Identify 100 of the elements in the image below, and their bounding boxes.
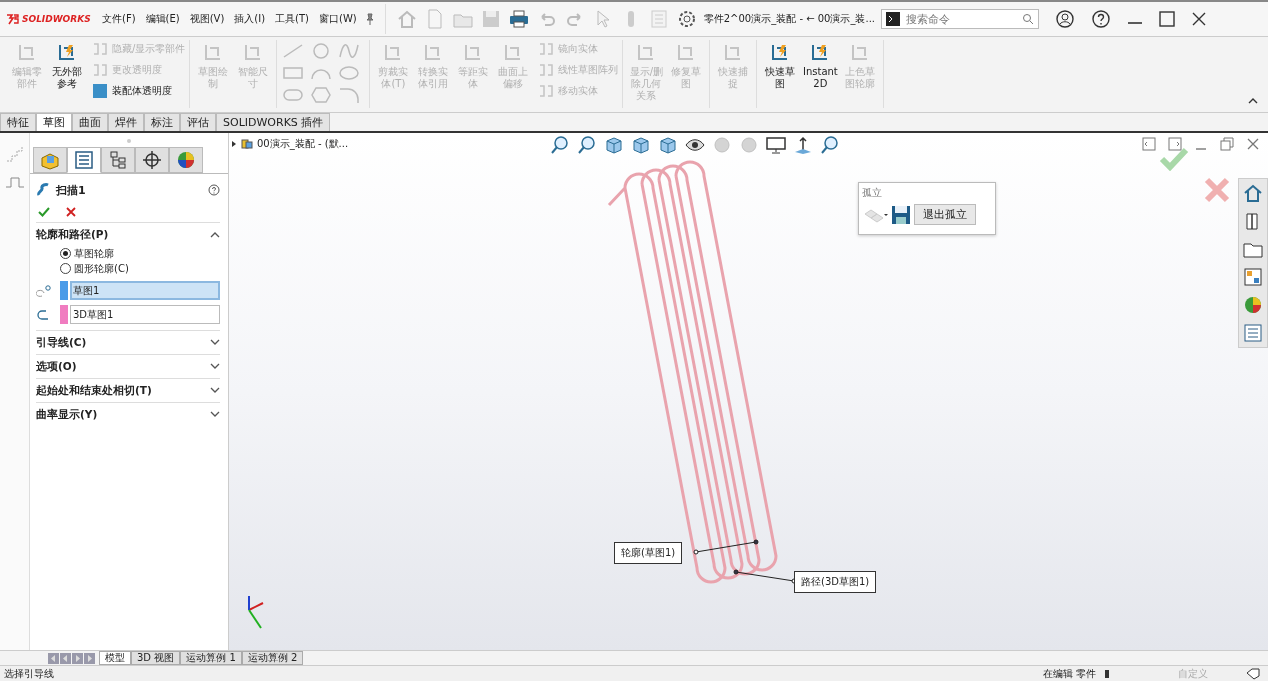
exit-isolate-button[interactable]: 退出孤立 — [914, 204, 976, 225]
radio-button[interactable] — [60, 248, 71, 259]
close-icon[interactable] — [1191, 11, 1207, 27]
tree-item[interactable]: 00演示_装配 - (默... — [231, 137, 349, 151]
radio-button[interactable] — [60, 263, 71, 274]
command-icon — [538, 83, 555, 99]
pin-icon[interactable] — [364, 13, 375, 25]
ok-icon[interactable] — [38, 207, 50, 217]
cancel-x-icon[interactable] — [1204, 177, 1230, 203]
bottom-tab[interactable]: 3D 视图 — [131, 651, 181, 665]
split-right-icon[interactable] — [1168, 137, 1182, 151]
ellipse-tool-icon[interactable] — [337, 64, 362, 82]
section-header[interactable]: 引导线(C) — [36, 331, 220, 354]
cube-view-icon[interactable] — [630, 135, 652, 155]
menu-item[interactable]: 插入(I) — [232, 12, 268, 26]
panel-title: 扫描1 — [56, 182, 86, 198]
chevron-down-icon — [210, 411, 220, 418]
cube-view-icon[interactable] — [657, 135, 679, 155]
search-field[interactable]: 搜索命令 — [904, 11, 1018, 27]
callout-label: 路径(3D草图1) — [794, 571, 877, 593]
menu-item[interactable]: 工具(T) — [273, 12, 312, 26]
leader-line — [733, 569, 797, 584]
chevron-down-icon — [210, 339, 220, 346]
help-icon[interactable] — [1091, 9, 1111, 29]
ribbon-button[interactable]: 装配体透明度 — [92, 82, 186, 100]
slot-tool-icon[interactable] — [281, 86, 306, 104]
ribbon-button[interactable]: 无外部参考 — [48, 40, 86, 92]
logo-icon — [6, 13, 20, 25]
user-icon[interactable] — [1055, 9, 1075, 29]
command-tab[interactable]: 特征 — [0, 113, 36, 131]
profile-icon — [36, 283, 52, 298]
status-message: 选择引导线 — [4, 666, 54, 681]
sphere-view-icon[interactable] — [711, 135, 733, 155]
zoom-view-icon[interactable] — [549, 135, 571, 155]
menu-item[interactable]: 视图(V) — [187, 12, 227, 26]
command-tab[interactable]: SOLIDWORKS 插件 — [216, 113, 331, 131]
split-left-icon[interactable] — [1142, 137, 1156, 151]
restore-icon[interactable] — [1220, 137, 1234, 151]
selection-field[interactable]: 草图1 — [70, 281, 220, 300]
panel-tab[interactable] — [169, 147, 203, 173]
color-ball-icon[interactable] — [1242, 294, 1264, 316]
palette-icon[interactable] — [1242, 266, 1264, 288]
zoom-view-icon[interactable] — [819, 135, 841, 155]
bottom-tab[interactable]: 运动算例 2 — [241, 651, 304, 665]
panel-tab[interactable] — [101, 147, 135, 173]
command-tab[interactable]: 曲面 — [72, 113, 108, 131]
properties-list-icon[interactable] — [1242, 322, 1264, 344]
bottom-tab[interactable]: 运动算例 1 — [180, 651, 242, 665]
tree-item-label: 00演示_装配 - (默... — [257, 137, 349, 151]
tag-icon[interactable] — [1246, 667, 1260, 680]
command-icon — [92, 83, 108, 99]
search-box[interactable]: 搜索命令 — [881, 9, 1039, 29]
sweep-icon — [36, 183, 50, 197]
menu-item[interactable]: 编辑(E) — [143, 12, 182, 26]
save-icon[interactable] — [891, 204, 911, 225]
expand-arrow-icon — [231, 140, 237, 148]
cube-view-icon[interactable] — [603, 135, 625, 155]
maximize-icon[interactable] — [1159, 11, 1175, 27]
selection-field[interactable]: 3D草图1 — [70, 305, 220, 324]
sphere-view-icon[interactable] — [738, 135, 760, 155]
document-title: 零件2^00演示_装配 - ← 00演示_装... — [703, 12, 875, 26]
menu-item[interactable]: 文件(F) — [100, 12, 138, 26]
assembly-icon — [241, 138, 253, 150]
status-mode: 在编辑 零件 — [1042, 666, 1096, 681]
cancel-icon[interactable] — [66, 207, 76, 217]
ribbon-button[interactable]: Instant2D — [801, 40, 840, 92]
section-header[interactable]: 起始处和结束处相切(T) — [36, 379, 220, 402]
command-tab[interactable]: 焊件 — [108, 113, 144, 131]
ribbon-button[interactable]: 快速草图 — [761, 40, 800, 92]
step-signal-icon[interactable] — [5, 175, 24, 189]
crosshair-icon — [142, 150, 162, 170]
command-tab[interactable]: 标注 — [144, 113, 180, 131]
axis-triad-icon — [248, 595, 264, 629]
zoom-view-icon[interactable] — [576, 135, 598, 155]
confirm-check-icon[interactable] — [1159, 147, 1189, 171]
rect-tool-icon[interactable] — [281, 64, 306, 82]
command-icon — [92, 41, 108, 57]
command-icon — [538, 41, 555, 57]
help-icon[interactable] — [208, 184, 220, 196]
chevron-down-icon — [210, 363, 220, 370]
bottom-tab[interactable]: 模型 — [99, 651, 131, 665]
panel-tab[interactable] — [135, 147, 169, 173]
menu-item[interactable]: 窗口(W) — [317, 12, 359, 26]
command-tab[interactable]: 草图 — [36, 113, 72, 131]
print-icon[interactable] — [507, 8, 530, 30]
monitor-view-icon[interactable] — [765, 135, 787, 155]
property-list-icon — [74, 150, 94, 170]
drag-handle[interactable] — [127, 139, 131, 143]
section-header[interactable]: 轮廓和路径(P) — [36, 223, 220, 246]
home-icon[interactable] — [1242, 182, 1264, 204]
command-tab[interactable]: 评估 — [180, 113, 216, 131]
radio-label: 圆形轮廓(C) — [74, 261, 129, 276]
fillet-tool-icon[interactable] — [337, 86, 362, 104]
leader-line — [693, 539, 759, 555]
section-header[interactable]: 曲率显示(Y) — [36, 403, 220, 426]
curve-tool-icon[interactable] — [337, 42, 362, 60]
hexagon-tool-icon[interactable] — [309, 86, 334, 104]
section-header[interactable]: 选项(O) — [36, 355, 220, 378]
panel-tab[interactable] — [67, 147, 101, 173]
collapse-ribbon-icon[interactable] — [1248, 97, 1258, 105]
